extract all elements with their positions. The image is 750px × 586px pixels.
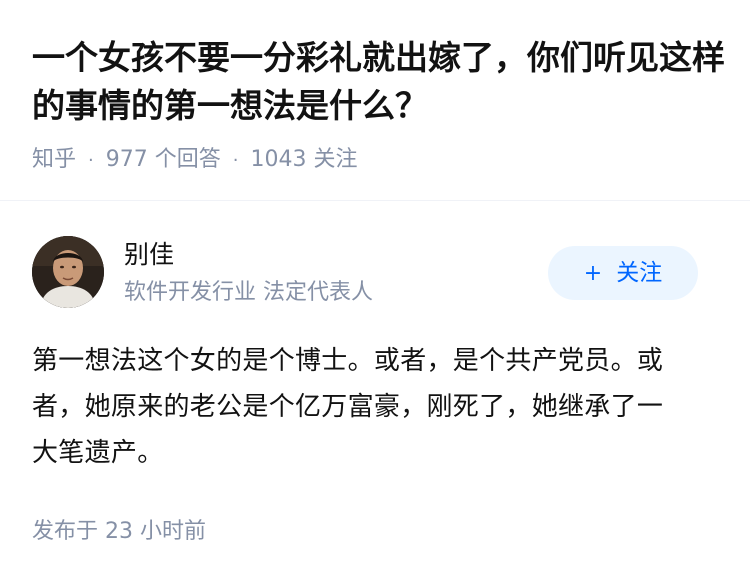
- author-headline: 软件开发行业 法定代表人: [124, 280, 373, 305]
- author-name[interactable]: 别佳: [124, 238, 174, 272]
- plus-icon: +: [583, 261, 603, 286]
- answer-author: 别佳 软件开发行业 法定代表人 + 关注: [32, 236, 718, 312]
- question-title[interactable]: 一个女孩不要一分彩礼就出嫁了，你们听见这样的事情的第一想法是什么？: [32, 34, 732, 130]
- answer-timestamp: 发布于 23 小时前: [32, 519, 206, 544]
- answer-count[interactable]: 977 个回答: [106, 147, 221, 172]
- meta-separator: ·: [232, 150, 239, 171]
- follow-label: 关注: [616, 260, 663, 286]
- answer-content[interactable]: 第一想法这个女的是个博士。或者，是个共产党员。或者，她原来的老公是个亿万富豪，刚…: [32, 338, 687, 476]
- meta-separator: ·: [88, 150, 94, 171]
- avatar-photo-icon: [32, 236, 104, 308]
- avatar[interactable]: [32, 236, 104, 308]
- follower-count[interactable]: 1043 关注: [250, 147, 357, 172]
- divider: [0, 200, 750, 201]
- question-meta: 知乎 · 977 个回答 · 1043 关注: [32, 145, 357, 176]
- source-label[interactable]: 知乎: [32, 147, 76, 172]
- follow-button[interactable]: + 关注: [548, 246, 698, 300]
- question-header: 一个女孩不要一分彩礼就出嫁了，你们听见这样的事情的第一想法是什么？ 知乎 · 977…: [0, 0, 750, 200]
